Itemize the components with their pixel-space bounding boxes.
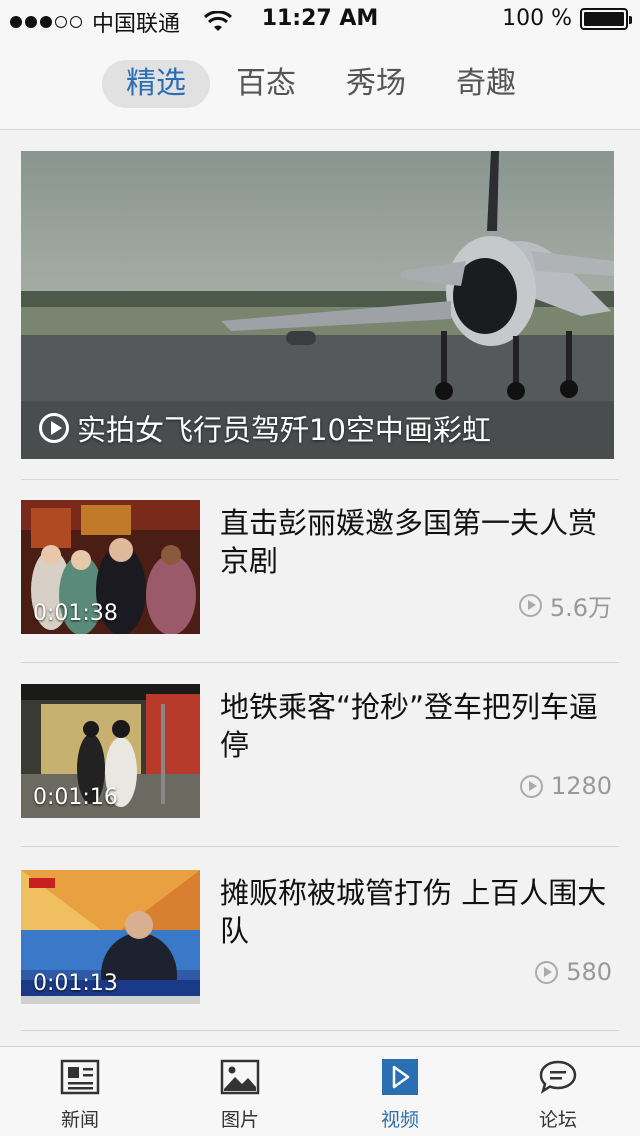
divider — [21, 662, 619, 663]
newspaper-icon — [60, 1059, 100, 1095]
nav-news[interactable]: 新闻 — [20, 1057, 140, 1132]
category-tab-bar: 精选 百态 秀场 奇趣 — [0, 40, 640, 130]
view-count-value: 5.6万 — [549, 594, 612, 622]
view-count-value: 1280 — [550, 772, 612, 800]
nav-label: 图片 — [220, 1109, 259, 1131]
nav-video[interactable]: 视频 — [340, 1057, 460, 1132]
status-bar: 中国联通 11:27 AM 100 % — [0, 0, 640, 40]
nav-label: 新闻 — [60, 1109, 99, 1131]
featured-video[interactable]: 实拍女飞行员驾歼10空中画彩虹 — [21, 151, 614, 459]
divider — [21, 1030, 619, 1031]
play-circle-icon — [39, 413, 69, 443]
video-duration: 0:01:13 — [33, 971, 118, 996]
tab-show[interactable]: 秀场 — [322, 60, 430, 108]
list-item[interactable]: 0:01:13 摊贩称被城管打伤 上百人围大队 580 — [0, 850, 640, 1030]
nav-pictures[interactable]: 图片 — [180, 1057, 300, 1132]
divider — [21, 846, 619, 847]
status-right: 100 % — [502, 6, 632, 31]
play-count-icon — [518, 594, 542, 617]
chat-bubble-icon — [539, 1060, 577, 1094]
video-feed: 实拍女飞行员驾歼10空中画彩虹 0:01:38 直击彭丽媛邀多国第一夫人赏京剧 — [0, 130, 640, 1046]
video-title: 直击彭丽媛邀多国第一夫人赏京剧 — [220, 506, 598, 578]
play-count-icon — [535, 960, 559, 984]
nav-forum[interactable]: 论坛 — [498, 1057, 618, 1132]
video-duration: 0:01:38 — [33, 601, 118, 626]
bottom-tab-bar: 新闻 图片 视频 论坛 — [0, 1046, 640, 1136]
view-count: 580 — [535, 958, 612, 986]
video-play-icon — [382, 1059, 418, 1095]
video-thumbnail: 0:01:38 — [21, 500, 200, 634]
view-count: 5.6万 — [518, 588, 612, 623]
video-title: 摊贩称被城管打伤 上百人围大队 — [220, 876, 607, 948]
battery-icon — [580, 7, 632, 30]
picture-icon — [220, 1059, 260, 1095]
featured-title: 实拍女飞行员驾歼10空中画彩虹 — [77, 413, 491, 447]
nav-label: 论坛 — [538, 1109, 577, 1131]
featured-caption: 实拍女飞行员驾歼10空中画彩虹 — [39, 407, 491, 449]
list-item[interactable]: 0:01:38 直击彭丽媛邀多国第一夫人赏京剧 5.6万 — [0, 480, 640, 660]
tab-featured[interactable]: 精选 — [102, 60, 210, 108]
nav-label: 视频 — [380, 1109, 419, 1131]
video-duration: 0:01:16 — [33, 785, 118, 810]
play-count-icon — [519, 774, 543, 798]
tab-funny[interactable]: 奇趣 — [432, 60, 540, 108]
video-title: 地铁乘客“抢秒”登车把列车逼停 — [220, 690, 599, 762]
view-count: 1280 — [519, 772, 612, 800]
video-thumbnail: 0:01:16 — [21, 684, 200, 818]
battery-percent: 100 % — [502, 6, 572, 31]
list-item[interactable]: 0:01:16 地铁乘客“抢秒”登车把列车逼停 1280 — [0, 664, 640, 844]
tab-life[interactable]: 百态 — [212, 60, 320, 108]
view-count-value: 580 — [566, 958, 612, 986]
video-thumbnail: 0:01:13 — [21, 870, 200, 1004]
